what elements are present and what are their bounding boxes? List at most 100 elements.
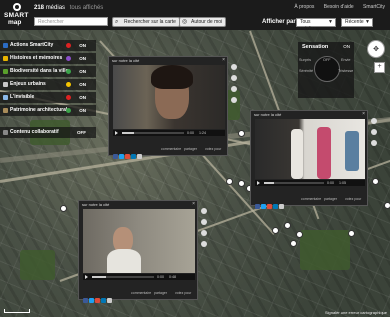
seek-bar[interactable] (264, 182, 324, 184)
link-icon[interactable] (371, 129, 377, 135)
media-popup[interactable]: sur notre la cité × 0:00 1:05 commentair… (250, 110, 368, 209)
popup-side-icons (371, 118, 377, 151)
play-icon[interactable] (85, 275, 88, 279)
seek-bar[interactable] (92, 276, 154, 278)
filter-collaboratif[interactable]: Contenu collaboratif OFF (0, 127, 96, 138)
filter-biodiversite[interactable]: Biodiversité dans la ville ON (0, 66, 96, 77)
sort-select[interactable]: Récente ▼ (341, 18, 373, 27)
pin-icon (13, 3, 21, 11)
zoom-in-button[interactable]: + (374, 62, 385, 73)
linkedin-icon[interactable] (273, 204, 278, 209)
sensation-toggle[interactable]: ON (343, 44, 350, 49)
link-icon[interactable] (201, 219, 207, 225)
video-controls[interactable]: 0:00 0:48 (83, 274, 195, 280)
mail-icon[interactable] (137, 154, 142, 159)
google-icon[interactable] (125, 154, 130, 159)
map-marker[interactable] (372, 178, 379, 185)
close-icon[interactable]: × (222, 57, 225, 63)
mail-icon[interactable] (107, 298, 112, 303)
map-marker[interactable] (226, 178, 233, 185)
filter-invisible[interactable]: L'invisible ON (0, 92, 96, 103)
filter-actions-smartcity[interactable]: Actions SmartCity ON (0, 40, 96, 51)
chevron-down-icon: ▼ (328, 19, 333, 25)
close-icon[interactable]: × (192, 201, 195, 207)
map-marker[interactable] (296, 231, 303, 238)
close-icon[interactable]: × (362, 111, 365, 117)
info-icon[interactable] (371, 118, 377, 124)
link-icon[interactable] (231, 75, 237, 81)
filter-enjeux[interactable]: Enjeux urbains ON (0, 79, 96, 90)
category-swatch (3, 69, 8, 74)
google-icon[interactable] (95, 298, 100, 303)
twitter-icon[interactable] (119, 154, 124, 159)
map-footer[interactable]: Signaler une erreur cartographique (325, 310, 387, 315)
vote-link[interactable]: votez pour (345, 197, 361, 201)
share-link[interactable]: partager (154, 291, 167, 295)
video-controls[interactable]: 0:00 1:24 (113, 130, 225, 136)
map-marker[interactable] (348, 230, 355, 237)
media-popup[interactable]: sur notre la cité × 0:00 1:24 commentair… (108, 56, 228, 159)
flag-icon[interactable] (231, 97, 237, 103)
comment-link[interactable]: commentaire (161, 147, 181, 151)
edit-icon[interactable] (371, 140, 377, 146)
info-icon[interactable] (201, 208, 207, 214)
filter-toggle[interactable]: ON (79, 53, 86, 64)
about-link[interactable]: À propos (294, 4, 314, 10)
search-map-button[interactable]: ⌕ Rechercher sur la carte (112, 17, 180, 27)
media-popup[interactable]: sur notre la cité × 0:00 0:48 commentair… (78, 200, 198, 303)
filter-patrimoine[interactable]: Patrimoine architectural ON (0, 105, 96, 116)
facebook-icon[interactable] (113, 154, 118, 159)
linkedin-icon[interactable] (101, 298, 106, 303)
comment-link[interactable]: commentaire (131, 291, 151, 295)
twitter-icon[interactable] (89, 298, 94, 303)
seek-bar[interactable] (122, 132, 184, 134)
around-me-button[interactable]: ◎ Autour de moi (179, 17, 227, 27)
video-player[interactable] (255, 119, 365, 179)
help-link[interactable]: Besoin d'aide (324, 4, 354, 10)
vote-link[interactable]: votez pour (175, 291, 191, 295)
play-icon[interactable] (257, 181, 260, 185)
video-controls[interactable]: 0:00 1:05 (255, 180, 365, 186)
twitter-icon[interactable] (261, 204, 266, 209)
linkedin-icon[interactable] (131, 154, 136, 159)
media-type-select[interactable]: Tous médias ▼ (296, 18, 336, 32)
map-navigation-control[interactable]: ✥ (367, 40, 385, 58)
map-marker[interactable] (272, 227, 279, 234)
filter-toggle[interactable]: ON (79, 92, 86, 103)
vote-link[interactable]: votez pour (205, 147, 221, 151)
edit-icon[interactable] (231, 86, 237, 92)
filter-toggle[interactable]: ON (79, 105, 86, 116)
google-icon[interactable] (267, 204, 272, 209)
filter-toggle[interactable]: OFF (77, 127, 86, 138)
filter-toggle[interactable]: ON (79, 79, 86, 90)
map-marker[interactable] (290, 240, 297, 247)
filter-histoires[interactable]: Histoires et mémoires ON (0, 53, 96, 64)
info-icon[interactable] (231, 64, 237, 70)
map-marker[interactable] (384, 202, 390, 209)
smartcity-link[interactable]: SmartCity (363, 4, 385, 10)
search-input[interactable]: Rechercher (34, 17, 108, 26)
smartmap-logo[interactable]: SMART map (4, 3, 30, 27)
sensation-dial[interactable]: OFF (314, 56, 340, 82)
edit-icon[interactable] (201, 230, 207, 236)
mail-icon[interactable] (279, 204, 284, 209)
map-marker[interactable] (238, 180, 245, 187)
filter-toggle[interactable]: ON (79, 40, 86, 51)
comment-link[interactable]: commentaire (301, 197, 321, 201)
map-marker[interactable] (60, 205, 67, 212)
video-time: 0:00 (157, 275, 164, 279)
media-count-sub: tous affichés (69, 5, 104, 11)
video-player[interactable] (113, 65, 225, 129)
video-player[interactable] (83, 209, 195, 273)
filter-toggle[interactable]: ON (79, 66, 86, 77)
map-marker[interactable] (284, 222, 291, 229)
flag-icon[interactable] (201, 241, 207, 247)
media-count: 218 médias tous affichés (34, 5, 103, 11)
map-marker[interactable] (238, 130, 245, 137)
popup-title: sur notre la cité (82, 202, 110, 207)
share-link[interactable]: partager (184, 147, 197, 151)
facebook-icon[interactable] (83, 298, 88, 303)
play-icon[interactable] (115, 131, 118, 135)
facebook-icon[interactable] (255, 204, 260, 209)
share-link[interactable]: partager (324, 197, 337, 201)
